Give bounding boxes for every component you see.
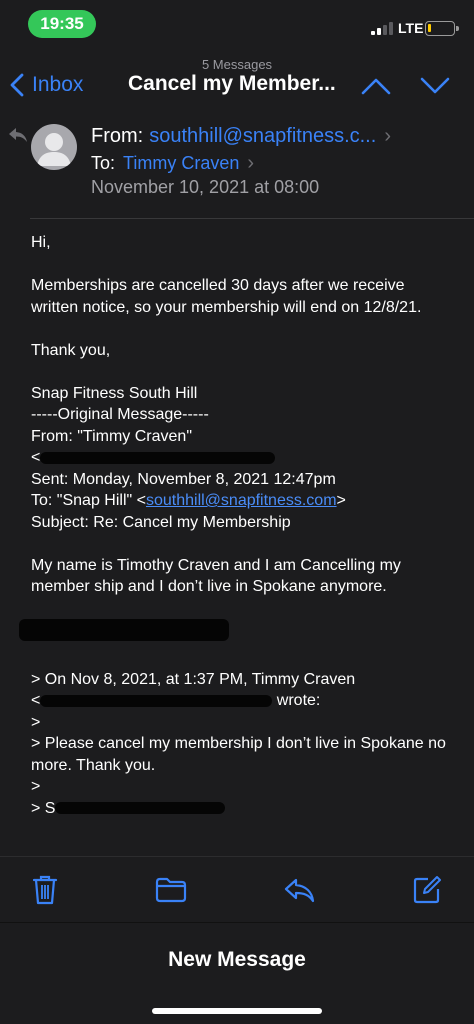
message-date: November 10, 2021 at 08:00	[91, 177, 320, 197]
status-bar: 19:35 LTE	[0, 0, 474, 48]
greeting: Hi,	[31, 234, 51, 251]
quote-text: > Please cancel my membership I don’t li…	[31, 735, 446, 774]
person-icon	[37, 133, 71, 166]
avatar[interactable]	[31, 124, 77, 170]
page-title: Cancel my Member...	[128, 72, 336, 95]
chevron-up-icon	[361, 78, 391, 95]
original-from-email: <	[31, 447, 451, 469]
to-label: To:	[91, 153, 116, 173]
new-message-button[interactable]: New Message	[0, 948, 474, 972]
next-message-button[interactable]	[417, 68, 453, 104]
redaction	[19, 619, 229, 641]
chevron-right-icon: ›	[384, 125, 391, 147]
body-paragraph: Memberships are cancelled 30 days after …	[31, 277, 422, 316]
network-label: LTE	[398, 20, 424, 36]
chevron-right-icon: ›	[247, 152, 255, 174]
signature: Snap Fitness South Hill	[31, 384, 198, 402]
trash-button[interactable]	[28, 873, 62, 907]
back-button[interactable]: Inbox	[10, 70, 83, 100]
from-row[interactable]: From: southhill@snapfitness.c... ›	[91, 125, 441, 148]
redaction	[40, 694, 273, 707]
from-address[interactable]: southhill@snapfitness.c...	[149, 125, 376, 148]
original-message-marker: -----Original Message-----	[31, 406, 209, 423]
to-row[interactable]: To: Timmy Craven ›	[91, 152, 254, 175]
previous-message-button[interactable]	[358, 68, 394, 104]
to-recipient[interactable]: Timmy Craven	[123, 153, 239, 174]
quote-last: > S	[31, 798, 451, 820]
mail-app: 19:35 LTE 5 Messages Inbox Cancel my Mem…	[0, 0, 474, 922]
replied-icon	[9, 128, 27, 142]
redacted-signature	[19, 619, 451, 647]
email-link[interactable]: southhill@snapfitness.com	[146, 492, 337, 509]
bottom-toolbar	[0, 856, 474, 922]
message-body: Hi, Memberships are cancelled 30 days af…	[19, 232, 451, 820]
folder-icon	[155, 877, 187, 903]
trash-icon	[32, 875, 58, 905]
nav-bar: 5 Messages Inbox Cancel my Member...	[0, 52, 474, 112]
redaction	[55, 802, 226, 815]
original-sent: Sent: Monday, November 8, 2021 12:47pm	[31, 470, 336, 488]
reply-button[interactable]	[282, 873, 316, 907]
quote-blank: >	[31, 778, 41, 795]
back-label: Inbox	[32, 73, 84, 96]
chevron-down-icon	[420, 77, 450, 94]
quote-header: > On Nov 8, 2021, at 1:37 PM, Timmy Crav…	[31, 670, 356, 688]
reply-icon	[284, 878, 315, 903]
compose-button[interactable]	[410, 873, 444, 907]
battery-icon	[425, 21, 459, 36]
original-body: My name is Timothy Craven and I am Cance…	[31, 556, 401, 596]
move-to-folder-button[interactable]	[154, 873, 188, 907]
compose-icon	[413, 876, 441, 904]
original-to: To: "Snap Hill" <southhill@snapfitness.c…	[31, 492, 346, 509]
quote-email: < wrote:	[31, 692, 321, 709]
original-from: From: "Timmy Craven"	[31, 427, 192, 445]
thanks-line: Thank you,	[31, 341, 111, 359]
signal-icon	[371, 21, 393, 35]
status-time[interactable]: 19:35	[28, 10, 96, 38]
header-divider	[30, 218, 474, 219]
chevron-left-icon	[10, 73, 24, 97]
from-label: From:	[91, 125, 144, 147]
quote-blank: >	[31, 713, 41, 731]
redaction	[40, 451, 276, 464]
home-indicator[interactable]	[152, 1008, 322, 1014]
original-subject: Subject: Re: Cancel my Membership	[31, 513, 291, 531]
